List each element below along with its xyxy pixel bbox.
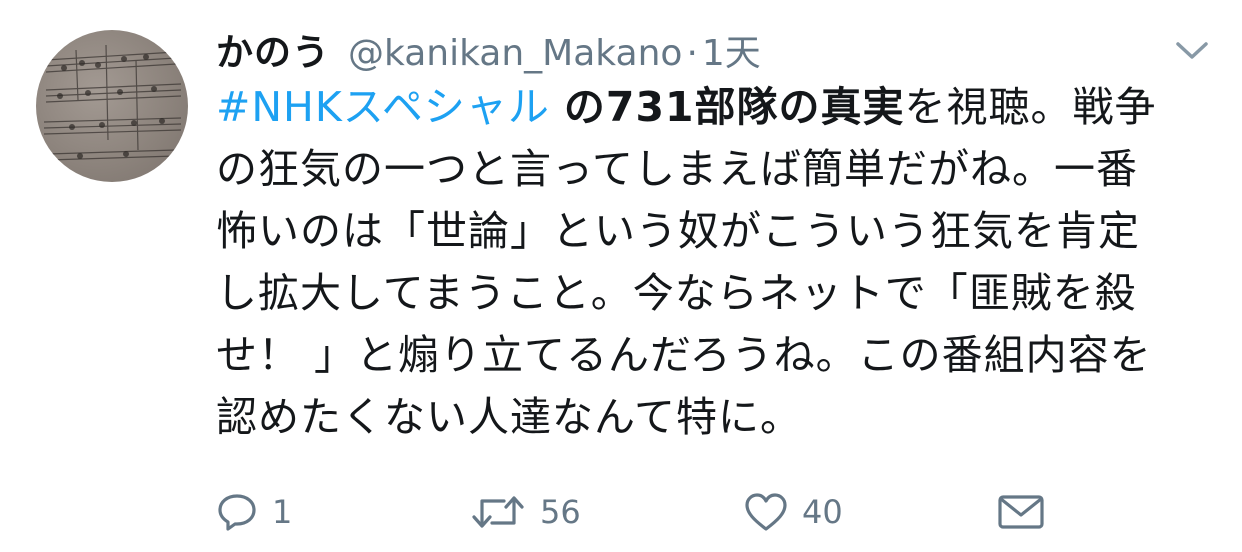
user-handle[interactable]: @kanikan_Makano	[348, 33, 682, 74]
tweet-text: #NHKスペシャル の731部隊の真実を視聴。戦争 の狂気の一つと言ってしまえば…	[216, 76, 1216, 448]
direct-message-button[interactable]	[996, 486, 1046, 538]
bold-text: の731部隊の真実	[563, 83, 905, 131]
tweet-line-3: 怖いのは「世論」という奴がこういう狂気を肯定	[216, 207, 1140, 255]
retweet-icon	[472, 496, 524, 528]
avatar[interactable]	[36, 30, 188, 182]
like-button[interactable]: 40	[744, 486, 843, 538]
reply-count: 1	[272, 493, 293, 531]
tweet-actions: 1 56 40	[0, 486, 1242, 538]
reply-button[interactable]: 1	[216, 486, 292, 538]
tweet-line-1: #NHKスペシャル の731部隊の真実を視聴。戦争	[216, 76, 1216, 138]
tweet-line-2: の狂気の一つと言ってしまえば簡単だがね。一番	[216, 145, 1138, 193]
chevron-down-icon[interactable]	[1172, 38, 1212, 62]
display-name[interactable]: かのう	[216, 22, 330, 76]
tweet-line-1-rest: を視聴。戦争	[904, 83, 1157, 131]
like-count: 40	[802, 493, 843, 531]
like-icon	[745, 493, 787, 531]
reply-icon	[218, 494, 256, 531]
tweet-line-5: せ！ 」と煽り立てるんだろうね。この番組内容を	[216, 331, 1152, 379]
timestamp[interactable]: 1天	[702, 24, 761, 76]
hashtag-link[interactable]: #NHKスペシャル	[216, 83, 550, 131]
tweet-line-4: し拡大してまうこと。今ならネットで「匪賊を殺	[216, 269, 1137, 317]
tweet-line-6: 認めたくない人達なんて特に。	[216, 393, 802, 441]
tweet-header: かのう @kanikan_Makano · 1天	[216, 22, 761, 74]
tweet: かのう @kanikan_Makano · 1天 #NHKスペシャル の731部…	[0, 0, 1242, 552]
retweet-button[interactable]: 56	[470, 486, 581, 538]
separator: ·	[686, 33, 698, 74]
sheet-music-image	[43, 44, 182, 161]
direct-message-icon	[998, 495, 1044, 529]
retweet-count: 56	[540, 493, 581, 531]
